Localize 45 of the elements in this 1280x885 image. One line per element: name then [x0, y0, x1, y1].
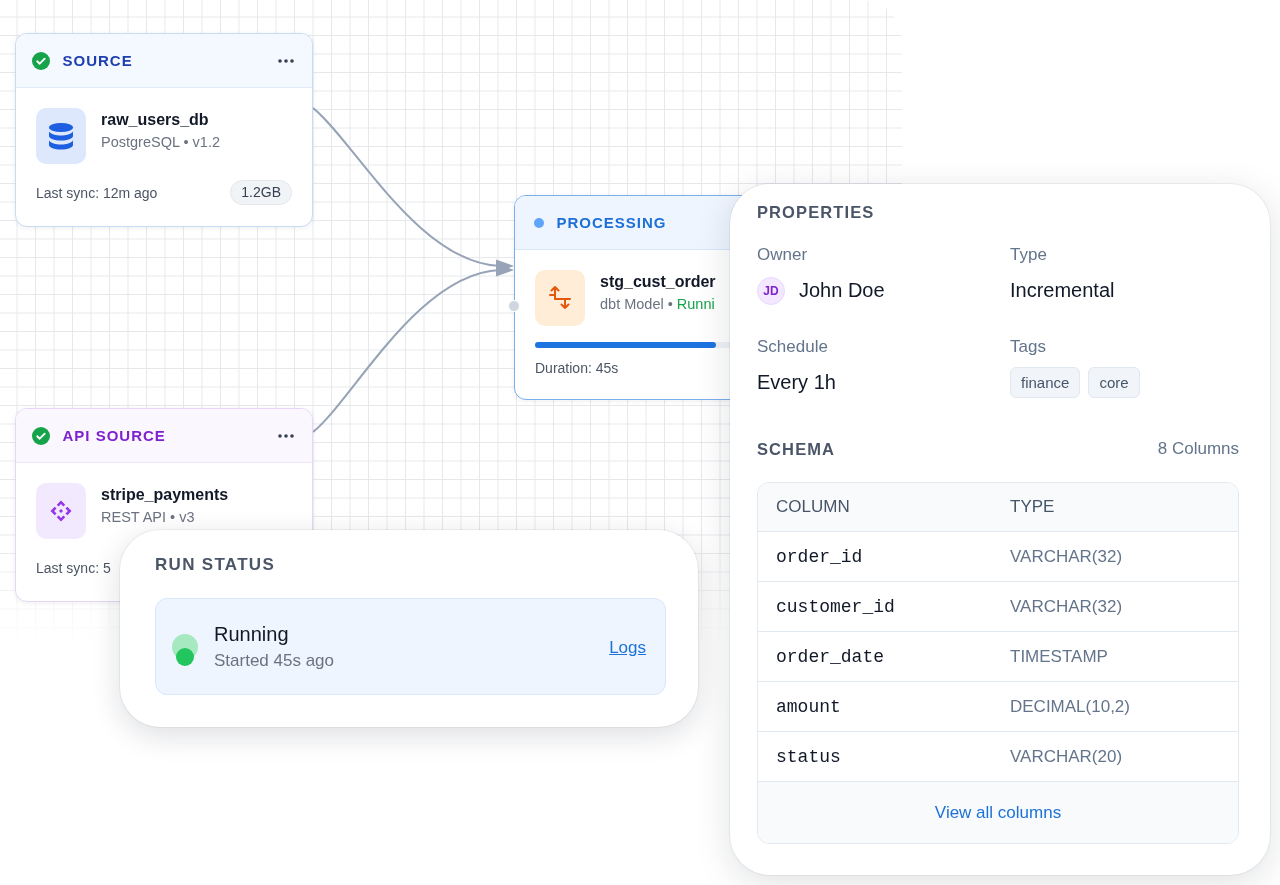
node-subtitle: dbt Model •	[600, 295, 673, 314]
table-cell-text: amount	[775, 696, 841, 717]
column-header: TYPE	[1010, 497, 1055, 517]
swap-arrows-icon	[535, 270, 585, 326]
sync-time-text: Last sync: 5	[36, 558, 111, 578]
table-cell: VARCHAR(32)	[1010, 596, 1123, 617]
sync-time-text: Last sync: 12m ago	[36, 183, 158, 203]
database-icon	[36, 108, 86, 164]
node-status-text: Runni	[676, 295, 715, 314]
field-value: Incremental	[1010, 279, 1115, 302]
size-badge: 1.2GB	[230, 180, 292, 205]
node-card[interactable]: SOURCE raw_users_db PostgreSQL • v1.2 Last sync: 12m ago 1.2GB	[15, 33, 313, 227]
view-all-link[interactable]: View all columns	[934, 802, 1062, 823]
more-icon[interactable]	[278, 58, 294, 63]
node-title: raw_users_db	[101, 110, 210, 130]
tag-chip: finance	[1010, 367, 1081, 398]
logs-link[interactable]: Logs	[609, 637, 646, 658]
panel-title: RUN STATUS	[155, 555, 277, 575]
more-icon[interactable]	[278, 433, 294, 438]
table-cell-text: order_id	[775, 546, 863, 567]
field-label: Tags	[1010, 337, 1046, 357]
node-title: stg_cust_order	[600, 272, 716, 292]
section-title: SCHEMA	[757, 439, 836, 459]
table-cell: VARCHAR(20)	[1010, 746, 1123, 767]
node-subtitle: PostgreSQL • v1.2	[101, 133, 220, 152]
status-label: Running	[214, 622, 289, 647]
node-type-label: PROCESSING	[556, 214, 667, 231]
table-cell-text: customer_id	[775, 596, 895, 617]
tag-chip: core	[1088, 367, 1140, 398]
table-cell: VARCHAR(32)	[1010, 546, 1123, 567]
table-cell-text: status	[775, 746, 841, 767]
node-title: stripe_payments	[101, 485, 229, 505]
duration-text: Duration: 45s	[535, 359, 620, 378]
node-type-label: API SOURCE	[62, 427, 166, 444]
node-subtitle: REST API • v3	[101, 508, 195, 527]
table-cell: TIMESTAMP	[1010, 646, 1108, 667]
avatar: JD	[757, 276, 785, 305]
table-cell: DECIMAL(10,2)	[1010, 696, 1130, 717]
diamond-arrows-icon	[36, 483, 86, 539]
column-count: 8 Columns	[1157, 439, 1239, 459]
node-type-label: SOURCE	[62, 52, 133, 69]
table-cell-text: order_date	[775, 646, 885, 667]
field-label: Type	[1010, 245, 1047, 265]
column-header: COLUMN	[775, 497, 850, 517]
status-detail: Started 45s ago	[214, 650, 335, 672]
